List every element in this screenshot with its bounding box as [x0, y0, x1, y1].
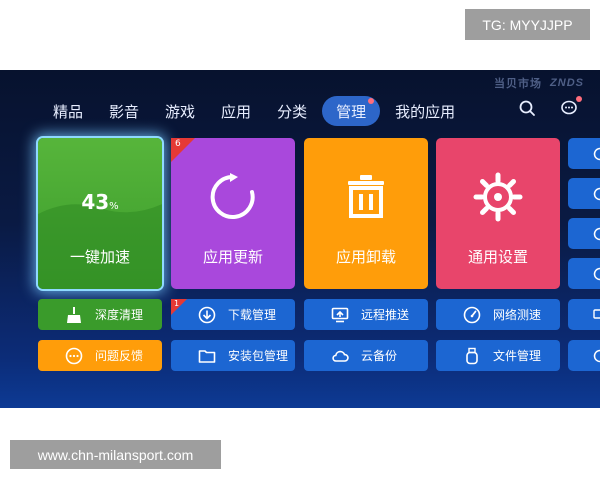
tab-my-apps[interactable]: 我的应用 — [382, 96, 468, 126]
button-label: 问题反馈 — [95, 349, 144, 363]
tile-label: 通用设置 — [467, 248, 528, 266]
circle-icon — [593, 147, 600, 160]
download-manage-button[interactable]: 1 下载管理 — [171, 299, 295, 330]
file-manage-button[interactable]: 文件管理 — [436, 340, 560, 371]
nav-icons — [516, 96, 582, 119]
one-key-accelerate-tile[interactable]: 43% 一键加速 — [38, 138, 162, 289]
remote-push-button[interactable]: 远程推送 — [304, 299, 428, 330]
monitor-push-icon — [331, 306, 349, 324]
tab-label: 我的应用 — [395, 102, 456, 121]
top-nav: 精品 影音 游戏 应用 分类 管理 我的应用 — [40, 94, 468, 128]
cloud-backup-button[interactable]: 云备份 — [304, 340, 428, 371]
edge-tile[interactable] — [568, 178, 600, 209]
circle-icon — [593, 187, 600, 200]
edge-tile[interactable] — [568, 258, 600, 289]
button-label: 远程推送 — [361, 308, 410, 322]
usb-icon — [463, 347, 481, 365]
search-icon[interactable] — [516, 97, 538, 119]
notify-dot — [368, 98, 375, 104]
tab-label: 分类 — [277, 102, 308, 121]
watermark-bottom: www.chn-milansport.com — [10, 440, 221, 469]
message-icon[interactable] — [558, 96, 582, 119]
button-label: 深度清理 — [95, 308, 144, 322]
feedback-button[interactable]: 问题反馈 — [38, 340, 162, 371]
broom-icon — [65, 306, 83, 324]
network-speed-button[interactable]: 网络测速 — [436, 299, 560, 330]
circle-icon — [593, 267, 600, 280]
general-settings-tile[interactable]: 通用设置 — [436, 138, 560, 289]
deep-clean-button[interactable]: 深度清理 — [38, 299, 162, 330]
watermark-top: TG: MYYJJPP — [465, 9, 590, 40]
tab-apps[interactable]: 应用 — [208, 96, 264, 126]
accelerate-percent: 43% — [38, 190, 162, 214]
brand-logo: 当贝市场 ZNDS — [494, 75, 584, 91]
circle-icon — [593, 349, 600, 362]
monitor-icon — [593, 308, 600, 319]
app-uninstall-tile[interactable]: 应用卸载 — [304, 138, 428, 289]
button-label: 云备份 — [361, 349, 398, 363]
tab-video[interactable]: 影音 — [96, 96, 152, 126]
package-manage-button[interactable]: 安装包管理 — [171, 340, 295, 371]
chat-dots-icon — [65, 347, 83, 365]
update-badge-count: 6 — [175, 139, 181, 149]
trash-icon — [348, 175, 384, 218]
tab-featured[interactable]: 精品 — [40, 96, 96, 126]
app-update-tile[interactable]: 6 应用更新 — [171, 138, 295, 289]
notify-dot — [576, 96, 582, 102]
tab-manage[interactable]: 管理 — [322, 96, 381, 126]
tile-label: 应用更新 — [202, 248, 263, 266]
button-label: 文件管理 — [493, 349, 542, 363]
tile-label: 一键加速 — [69, 248, 130, 266]
edge-tile[interactable] — [568, 138, 600, 169]
cloud-icon — [331, 347, 349, 365]
percent-value: 43 — [81, 190, 110, 214]
download-badge-count: 1 — [174, 299, 180, 308]
edge-tile[interactable] — [568, 340, 600, 371]
edge-tile[interactable] — [568, 218, 600, 249]
brand-sub: ZNDS — [550, 77, 584, 89]
download-icon — [198, 306, 216, 324]
button-label: 安装包管理 — [228, 349, 289, 363]
tv-screen: 当贝市场 ZNDS 精品 影音 游戏 应用 分类 管理 我的应用 43% 一键加… — [0, 70, 600, 408]
tab-games[interactable]: 游戏 — [152, 96, 208, 126]
tab-label: 管理 — [336, 102, 367, 121]
speedometer-icon — [463, 306, 481, 324]
refresh-icon — [210, 173, 255, 219]
tab-label: 游戏 — [165, 102, 196, 121]
edge-tile[interactable] — [568, 299, 600, 330]
button-label: 下载管理 — [228, 308, 277, 322]
tab-label: 精品 — [53, 102, 84, 121]
brand-name: 当贝市场 — [494, 77, 543, 90]
tile-label: 应用卸载 — [335, 248, 396, 266]
tab-categories[interactable]: 分类 — [264, 96, 320, 126]
button-label: 网络测速 — [493, 308, 542, 322]
percent-unit: % — [109, 201, 119, 212]
tab-label: 影音 — [109, 102, 140, 121]
folder-icon — [198, 347, 216, 365]
tab-label: 应用 — [221, 102, 252, 121]
circle-icon — [593, 227, 600, 240]
gear-icon — [473, 172, 523, 222]
